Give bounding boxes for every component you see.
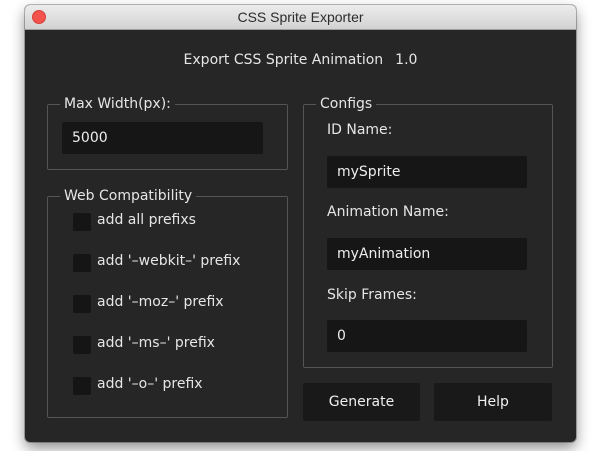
title-bar: CSS Sprite Exporter — [25, 5, 576, 30]
option-label: add '–o–' prefix — [97, 376, 203, 392]
checkbox-ms-prefix[interactable] — [73, 336, 91, 354]
id-name-input[interactable]: mySprite — [327, 156, 527, 188]
animation-name-label: Animation Name: — [327, 204, 449, 220]
checkbox-o-prefix[interactable] — [73, 377, 91, 395]
option-label: add all prefixs — [97, 212, 196, 228]
id-name-label: ID Name: — [327, 122, 393, 138]
skip-frames-input[interactable]: 0 — [327, 320, 527, 352]
checkbox-webkit-prefix[interactable] — [73, 254, 91, 272]
header-title: Export CSS Sprite Animation — [183, 52, 384, 68]
option-label: add '–moz–' prefix — [97, 294, 224, 310]
configs-legend: Configs — [320, 96, 373, 112]
checkbox-moz-prefix[interactable] — [73, 295, 91, 313]
window-title: CSS Sprite Exporter — [237, 9, 364, 25]
generate-button[interactable]: Generate — [303, 383, 420, 421]
max-width-input[interactable]: 5000 — [62, 122, 263, 154]
animation-name-input[interactable]: myAnimation — [327, 238, 527, 270]
skip-frames-label: Skip Frames: — [327, 287, 417, 303]
version-label: 1.0 — [395, 52, 418, 68]
option-label: add '–webkit–' prefix — [97, 253, 241, 269]
checkbox-all-prefixes[interactable] — [73, 213, 91, 231]
web-compatibility-legend: Web Compatibility — [64, 188, 193, 204]
option-label: add '–ms–' prefix — [97, 335, 215, 351]
header-line: Export CSS Sprite Animation 1.0 — [25, 52, 576, 68]
max-width-legend: Max Width(px): — [64, 96, 171, 112]
help-button[interactable]: Help — [434, 383, 552, 421]
sprite-exporter-window: CSS Sprite Exporter Export CSS Sprite An… — [25, 5, 576, 442]
